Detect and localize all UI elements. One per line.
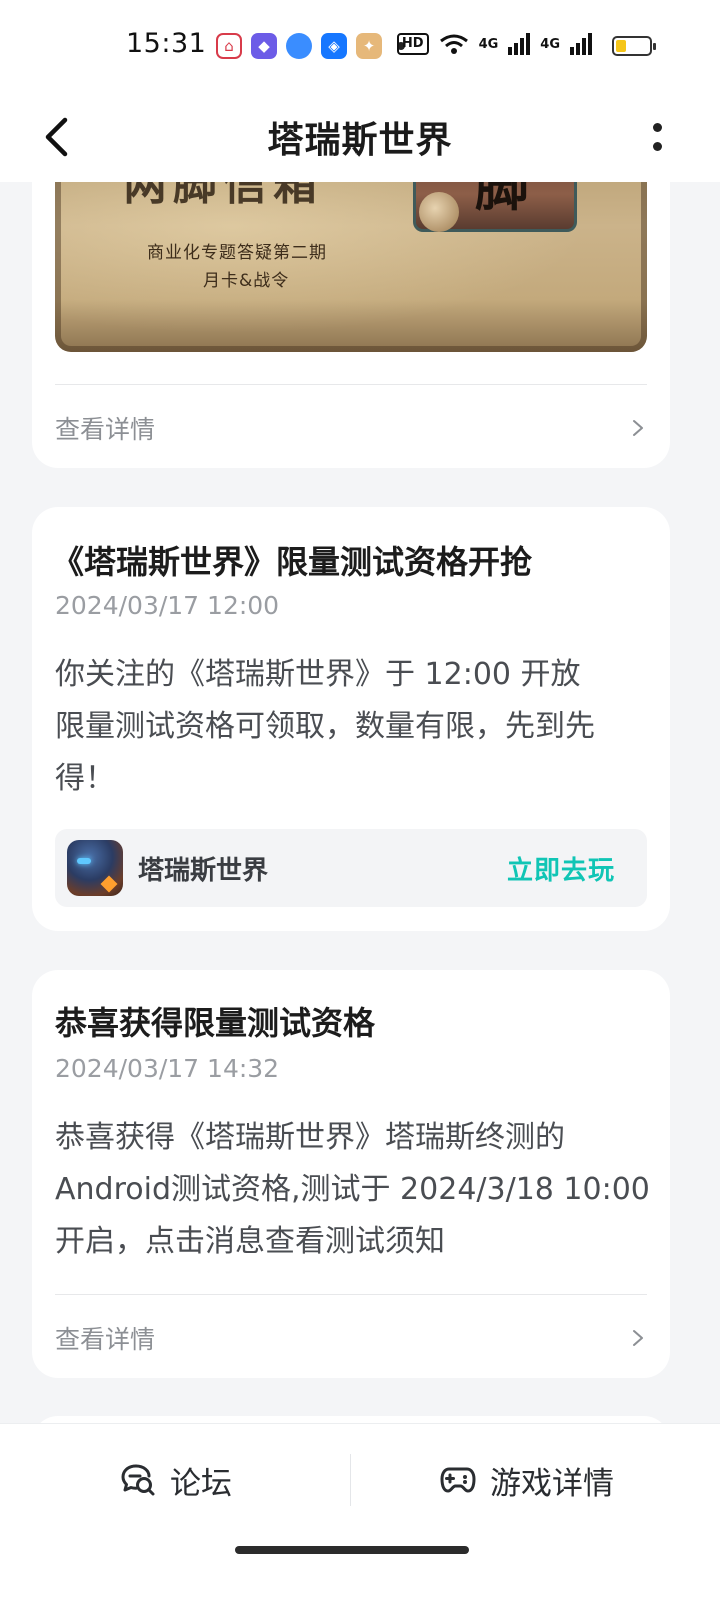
message-body-line: 恭喜获得《塔瑞斯世界》塔瑞斯终测的 — [55, 1120, 565, 1155]
chevron-right-icon — [633, 420, 643, 436]
battery-icon — [612, 36, 656, 56]
message-title: 《塔瑞斯世界》限量测试资格开抢 — [52, 543, 533, 581]
message-card-test-qualification[interactable]: 《塔瑞斯世界》限量测试资格开抢 2024/03/17 12:00 你关注的《塔瑞… — [32, 507, 670, 931]
status-bar: 15:31 ⌂ ◆ ◈ ✦ HD 4G 4G — [0, 0, 720, 92]
more-options-button[interactable] — [642, 112, 672, 162]
wifi-icon — [439, 34, 468, 54]
view-details-label: 查看详情 — [55, 1325, 156, 1354]
nav-divider — [350, 1454, 351, 1506]
view-details-link[interactable]: 查看详情 — [55, 1316, 647, 1360]
forum-tab[interactable]: 论坛 — [120, 1452, 232, 1508]
game-name: 塔瑞斯世界 — [138, 855, 269, 886]
network-4g-label-2: 4G — [540, 36, 560, 52]
more-dot-icon — [652, 123, 662, 132]
forum-label: 论坛 — [170, 1465, 232, 1502]
network-4g-label: 4G — [478, 36, 499, 52]
view-details-link[interactable]: 查看详情 — [55, 406, 647, 450]
message-body: 恭喜获得《塔瑞斯世界》塔瑞斯终测的 Android测试资格,测试于 2024/3… — [55, 1112, 660, 1268]
blue-app-icon — [286, 33, 312, 59]
game-details-label: 游戏详情 — [490, 1465, 614, 1502]
screen: 15:31 ⌂ ◆ ◈ ✦ HD 4G 4G 塔瑞斯世界 两脚信箱 商业化专题答… — [0, 0, 720, 1608]
divider — [55, 1294, 647, 1295]
banner-frame — [55, 182, 647, 352]
message-card-next[interactable] — [32, 1416, 670, 1424]
signal-icon-2 — [570, 33, 592, 55]
message-date: 2024/03/17 14:32 — [55, 1054, 280, 1083]
newsletter-banner-image[interactable]: 两脚信箱 商业化专题答疑第二期 月卡&战令 脚 — [55, 182, 647, 352]
game-details-tab[interactable]: 游戏详情 — [440, 1452, 614, 1508]
forum-chat-icon — [121, 1464, 155, 1496]
divider — [55, 384, 647, 385]
chevron-right-icon — [633, 1330, 643, 1346]
message-body-line: 开启，点击消息查看测试须知 — [55, 1224, 445, 1259]
game-app-icon: ✦ — [356, 33, 382, 59]
bottom-nav: 论坛 游戏详情 — [0, 1424, 720, 1608]
message-body-line: Android测试资格,测试于 2024/3/18 10:00 — [55, 1172, 650, 1207]
chevron-left-icon — [45, 117, 68, 157]
status-time: 15:31 — [126, 28, 207, 59]
play-now-button[interactable]: 立即去玩 — [507, 850, 615, 887]
message-body-line: 限量测试资格可领取，数量有限，先到先 — [55, 709, 595, 744]
back-button[interactable] — [36, 114, 76, 160]
game-app-icon — [67, 840, 123, 896]
message-title: 恭喜获得限量测试资格 — [55, 1004, 376, 1042]
app-header: 塔瑞斯世界 — [0, 92, 720, 182]
gamepad-icon — [440, 1467, 476, 1493]
message-body-line: 你关注的《塔瑞斯世界》于 12:00 开放 — [55, 657, 581, 692]
hd-icon: HD — [396, 33, 429, 55]
more-dot-icon — [652, 142, 662, 151]
message-date: 2024/03/17 12:00 — [55, 591, 280, 620]
message-card-congrats[interactable]: 恭喜获得限量测试资格 2024/03/17 14:32 恭喜获得《塔瑞斯世界》塔… — [32, 970, 670, 1378]
bank-app-icon: ⌂ — [216, 33, 242, 59]
message-card-newsletter: 两脚信箱 商业化专题答疑第二期 月卡&战令 脚 查看详情 — [32, 182, 670, 468]
alipay-app-icon: ◈ — [321, 33, 347, 59]
message-body: 你关注的《塔瑞斯世界》于 12:00 开放 限量测试资格可领取，数量有限，先到先… — [55, 649, 650, 805]
view-details-label: 查看详情 — [55, 415, 156, 444]
page-title: 塔瑞斯世界 — [267, 120, 453, 161]
signal-icon — [508, 33, 531, 55]
battery-level — [616, 40, 626, 52]
tieba-app-icon: ◆ — [251, 33, 277, 59]
message-list[interactable]: 两脚信箱 商业化专题答疑第二期 月卡&战令 脚 查看详情 《塔瑞斯世界》限量测试… — [0, 182, 720, 1424]
home-indicator[interactable] — [235, 1546, 469, 1554]
game-entry[interactable]: 塔瑞斯世界 立即去玩 — [55, 829, 647, 907]
message-body-line: 得！ — [55, 761, 115, 796]
notification-icons: ⌂ ◆ ◈ ✦ — [216, 33, 405, 59]
